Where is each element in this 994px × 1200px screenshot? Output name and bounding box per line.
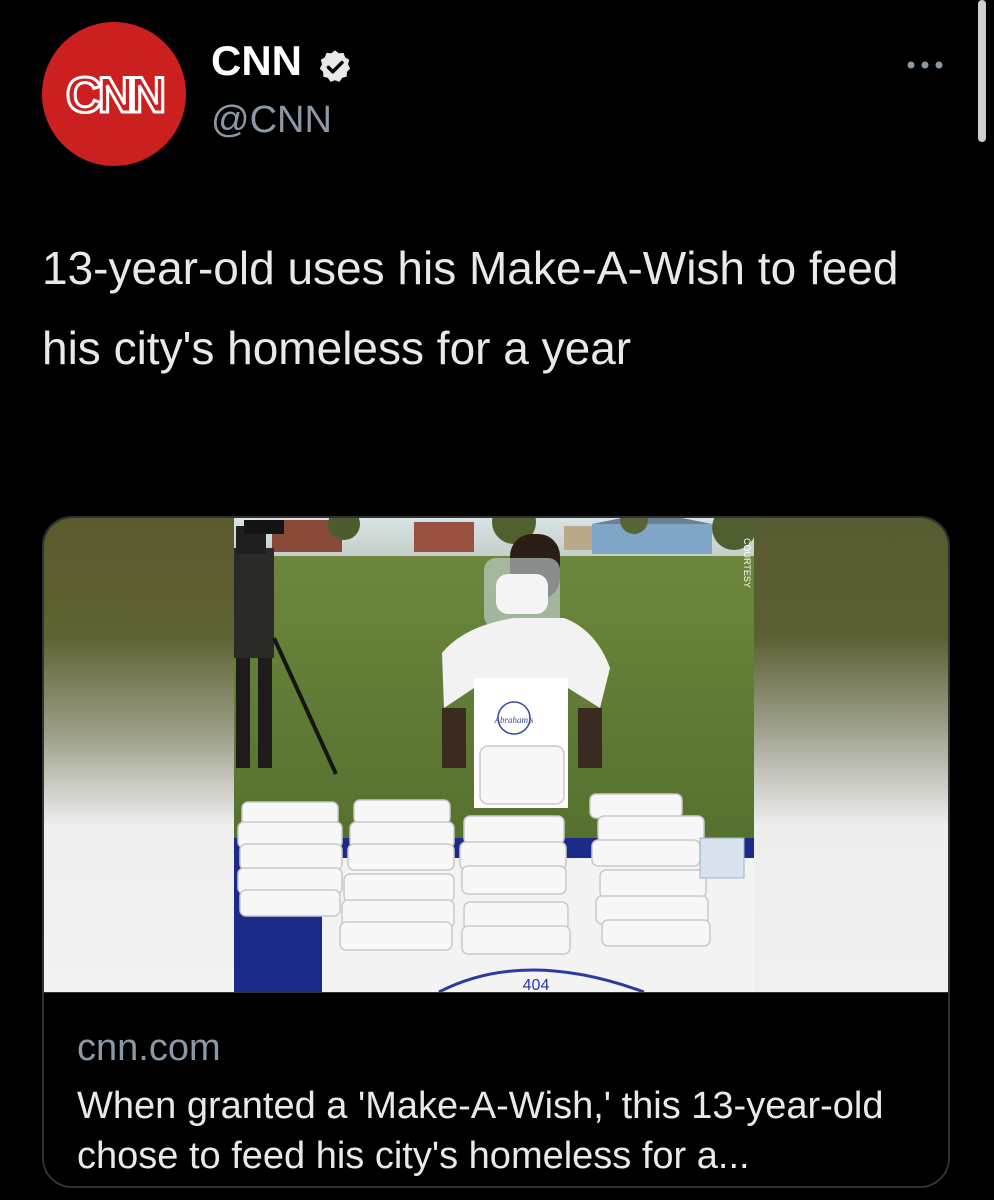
link-card-description: When granted a 'Make-A-Wish,' this 13-ye… <box>77 1085 884 1177</box>
author-handle[interactable]: @CNN <box>211 101 332 139</box>
avatar[interactable]: CNN <box>42 22 186 166</box>
image-credit: COURTESY <box>742 538 752 588</box>
more-horizontal-icon[interactable] <box>902 50 948 80</box>
verified-badge-icon <box>319 50 351 82</box>
tweet-text: 13-year-old uses his Make-A-Wish to feed… <box>42 242 899 374</box>
author-name[interactable]: CNN <box>211 40 302 82</box>
cnn-logo-text: CNN <box>66 67 163 123</box>
link-card-footer[interactable]: cnn.com When granted a 'Make-A-Wish,' th… <box>44 992 948 1186</box>
image-apron-text: Abraham's <box>494 715 534 725</box>
card-image[interactable]: 404 Abraham's COURTESY <box>44 518 948 992</box>
photo-scene: 404 Abraham's COURTESY <box>234 518 756 992</box>
cnn-logo: CNN <box>42 22 186 166</box>
scrollbar[interactable] <box>978 0 986 142</box>
link-card[interactable]: 404 Abraham's COURTESY cnn.com When gran… <box>42 516 950 1188</box>
image-table-text: 404 <box>523 977 550 992</box>
link-card-domain: cnn.com <box>77 1027 221 1069</box>
